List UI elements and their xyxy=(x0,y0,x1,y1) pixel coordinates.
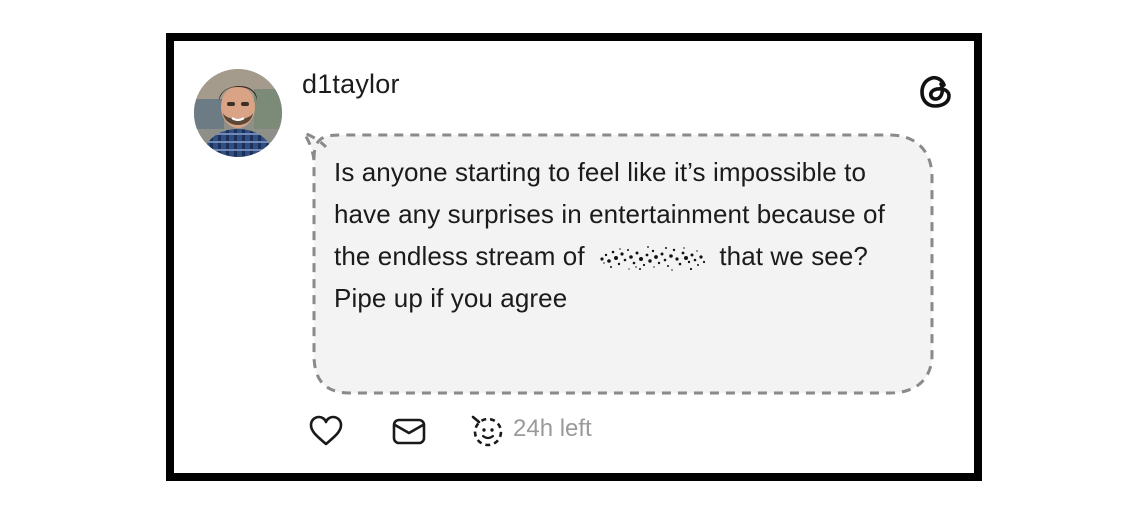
username[interactable]: d1taylor xyxy=(302,69,400,100)
avatar-photo xyxy=(194,69,282,157)
avatar[interactable] xyxy=(194,69,282,157)
threads-logo-icon[interactable] xyxy=(916,71,956,111)
envelope-icon[interactable] xyxy=(391,413,427,449)
action-bar: 24h left xyxy=(300,409,700,453)
post-text: Is anyone starting to feel like it’s imp… xyxy=(334,151,924,319)
post-card: d1taylor Is anyone starting to feel like… xyxy=(166,33,982,481)
redacted-noise xyxy=(600,246,706,271)
dashed-smiley-icon[interactable] xyxy=(470,413,506,449)
heart-icon[interactable] xyxy=(308,413,344,449)
time-left-label: 24h left xyxy=(513,415,592,442)
message-bubble: Is anyone starting to feel like it’s imp… xyxy=(300,119,940,395)
